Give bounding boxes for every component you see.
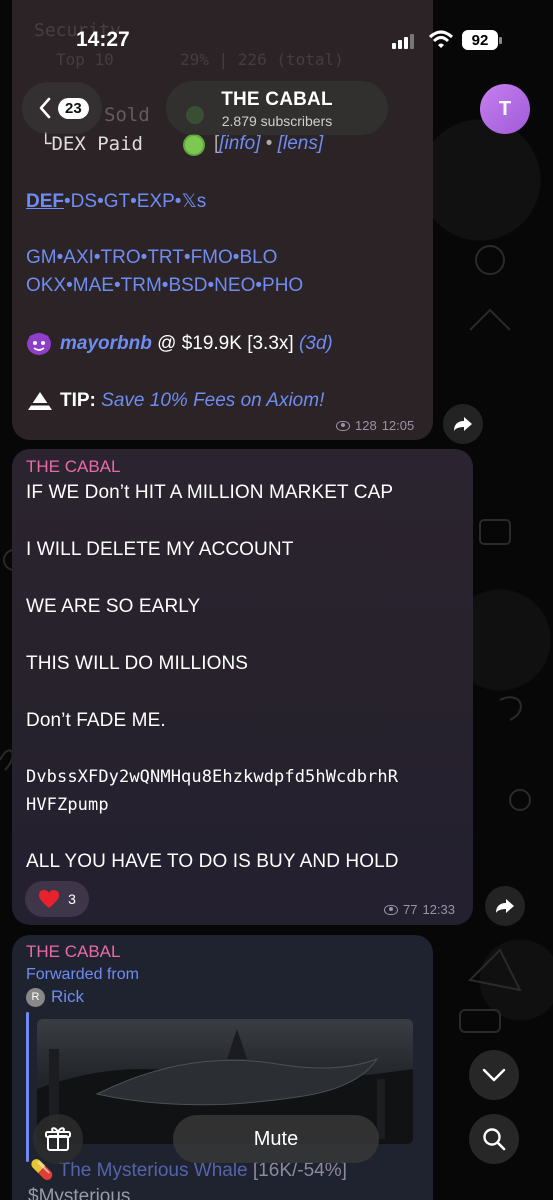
link-exp[interactable]: EXP bbox=[137, 191, 175, 212]
link-def[interactable]: DEF bbox=[26, 191, 64, 212]
token-ticker: $Mysterious bbox=[28, 1186, 131, 1200]
message-2-line-2: I WILL DELETE MY ACCOUNT bbox=[26, 539, 294, 560]
rick-avatar: R bbox=[26, 987, 45, 1007]
share-button-2[interactable] bbox=[485, 886, 525, 926]
chat-title-pill[interactable]: THE CABAL 2.879 subscribers bbox=[166, 81, 388, 135]
link-trt[interactable]: TRT bbox=[147, 247, 184, 268]
pill-icon: 💊 bbox=[30, 1160, 54, 1181]
status-bar: 14:27 92 bbox=[0, 0, 553, 60]
message-2-line-5: Don’t FADE ME. bbox=[26, 710, 166, 731]
message-1-time: 12:05 bbox=[381, 418, 415, 433]
links-row-3: OKX•MAE•TRM•BSD•NEO•PHO bbox=[26, 275, 304, 296]
token-stats: [16K/-54%] bbox=[252, 1160, 347, 1181]
chat-subscribers: 2.879 subscribers bbox=[221, 113, 333, 129]
signal-icon bbox=[392, 34, 414, 49]
contract-address-line-2[interactable]: HVFZpump bbox=[26, 795, 109, 815]
message-2-views: 77 bbox=[403, 902, 418, 917]
gift-icon bbox=[45, 1127, 71, 1151]
battery-tip bbox=[499, 37, 502, 44]
devil-emoji-icon bbox=[27, 333, 51, 355]
views-eye-icon bbox=[384, 904, 398, 915]
forwarded-source-name[interactable]: Rick bbox=[51, 987, 84, 1007]
message-1-meta: 128 12:05 bbox=[336, 418, 414, 433]
token-name[interactable]: The Mysterious Whale bbox=[59, 1160, 248, 1181]
link-trm[interactable]: TRM bbox=[121, 275, 162, 296]
link-gt[interactable]: GT bbox=[104, 191, 130, 212]
share-arrow-icon bbox=[454, 417, 472, 431]
message-2-line-8: ALL YOU HAVE TO DO IS BUY AND HOLD bbox=[26, 851, 399, 872]
caller-line: mayorbnb @ $19.9K [3.3x] (3d) bbox=[60, 333, 333, 355]
link-mae[interactable]: MAE bbox=[73, 275, 114, 296]
tip-line: TIP: Save 10% Fees on Axiom! bbox=[60, 390, 324, 412]
message-2-line-1: IF WE Don’t HIT A MILLION MARKET CAP bbox=[26, 482, 394, 503]
chevron-down-icon bbox=[482, 1068, 506, 1082]
axiom-triangle-icon bbox=[28, 392, 52, 410]
search-button[interactable] bbox=[469, 1114, 519, 1164]
dex-lens-link[interactable]: [lens] bbox=[278, 133, 323, 154]
back-button[interactable]: 23 bbox=[22, 82, 102, 134]
reaction-count: 3 bbox=[68, 891, 76, 907]
link-okx[interactable]: OKX bbox=[26, 275, 66, 296]
message-1-views: 128 bbox=[355, 418, 377, 433]
caller-age[interactable]: (3d) bbox=[299, 333, 333, 354]
search-icon bbox=[483, 1128, 506, 1151]
chat-title: THE CABAL bbox=[221, 89, 333, 110]
share-arrow-icon bbox=[496, 899, 514, 913]
link-axi[interactable]: AXI bbox=[63, 247, 94, 268]
dex-info-link[interactable]: [info] bbox=[219, 133, 260, 154]
tip-link[interactable]: Save 10% Fees on Axiom! bbox=[101, 390, 324, 411]
heart-reaction[interactable]: 3 bbox=[25, 881, 89, 917]
links-row-2: GM•AXI•TRO•TRT•FMO•BLO bbox=[26, 247, 278, 268]
message-3-sender[interactable]: THE CABAL bbox=[26, 942, 120, 962]
message-2-meta: 77 12:33 bbox=[384, 902, 455, 917]
link-fmo[interactable]: FMO bbox=[191, 247, 233, 268]
chevron-left-icon bbox=[39, 97, 51, 119]
tip-label: TIP: bbox=[60, 390, 96, 411]
quote-accent-bar bbox=[26, 1012, 29, 1162]
caller-mcap: @ $19.9K [3.3x] bbox=[157, 333, 294, 354]
forwarded-source[interactable]: R Rick bbox=[26, 987, 84, 1007]
unread-count-badge: 23 bbox=[58, 97, 89, 119]
mute-button[interactable]: Mute bbox=[173, 1115, 379, 1163]
links-row-1: DEF•DS•GT•EXP•𝕏s bbox=[26, 191, 207, 212]
link-ds[interactable]: DS bbox=[71, 191, 97, 212]
link-pho[interactable]: PHO bbox=[262, 275, 303, 296]
dex-paid-label: └DEX Paid bbox=[40, 133, 143, 155]
message-2-sender[interactable]: THE CABAL bbox=[26, 457, 120, 477]
contract-address-line-1[interactable]: DvbssXFDy2wQNMHqu8Ehzkwdpfd5hWcdbrhR bbox=[26, 767, 398, 787]
share-button-1[interactable] bbox=[443, 404, 483, 444]
message-2-line-3: WE ARE SO EARLY bbox=[26, 596, 201, 617]
avatar-letter: T bbox=[498, 97, 512, 120]
channel-avatar[interactable]: T bbox=[480, 84, 530, 134]
status-time: 14:27 bbox=[76, 28, 130, 51]
caller-name-link[interactable]: mayorbnb bbox=[60, 333, 152, 354]
dex-paid-status-icon bbox=[183, 134, 205, 156]
views-eye-icon bbox=[336, 420, 350, 431]
mute-label: Mute bbox=[253, 1127, 299, 1150]
scroll-down-button[interactable] bbox=[469, 1050, 519, 1100]
faded-sold-label: Sold bbox=[104, 104, 150, 126]
link-gm[interactable]: GM bbox=[26, 247, 57, 268]
link-blo[interactable]: BLO bbox=[239, 247, 277, 268]
forwarded-from-label: Forwarded from bbox=[26, 966, 139, 983]
link-bsd[interactable]: BSD bbox=[168, 275, 207, 296]
battery-level: 92 bbox=[471, 31, 489, 49]
wifi-icon bbox=[428, 30, 454, 48]
gift-button[interactable] bbox=[33, 1114, 83, 1164]
battery-icon: 92 bbox=[462, 30, 498, 50]
message-2-line-4: THIS WILL DO MILLIONS bbox=[26, 653, 249, 674]
heart-icon bbox=[39, 890, 60, 908]
message-2-time: 12:33 bbox=[422, 902, 456, 917]
link-tro[interactable]: TRO bbox=[101, 247, 141, 268]
link-xs[interactable]: 𝕏s bbox=[181, 191, 206, 212]
dex-paid-links: [[info] • [lens] bbox=[214, 133, 324, 154]
link-neo[interactable]: NEO bbox=[214, 275, 255, 296]
